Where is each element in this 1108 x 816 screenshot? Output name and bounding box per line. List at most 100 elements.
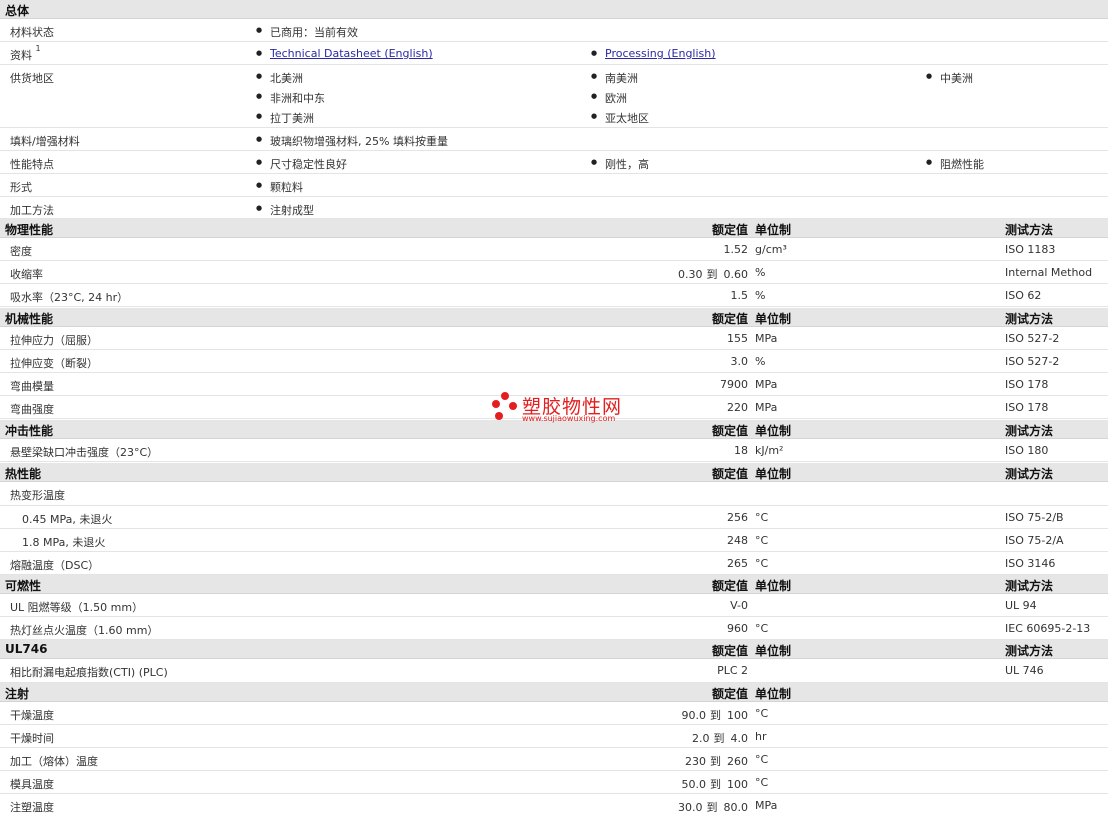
filler-row: 填料/增强材料 玻璃织物增强材料, 25% 填料按重量 (0, 128, 1108, 151)
docs-label: 资料 1 (10, 44, 41, 62)
property-unit: °C (755, 622, 769, 635)
property-name: 拉伸应变（断裂） (10, 357, 98, 370)
processing-link[interactable]: Processing (English) (605, 47, 716, 60)
property-value: 220 (727, 401, 748, 414)
property-row: 干燥温度 90.0 到 100 °C (0, 702, 1108, 725)
form-row: 形式 颗粒料 (0, 174, 1108, 197)
property-method: ISO 75-2/A (1005, 534, 1064, 547)
property-row: 干燥时间 2.0 到 4.0 hr (0, 725, 1108, 748)
property-unit: °C (755, 511, 769, 524)
property-value: 155 (727, 332, 748, 345)
property-name: 注塑温度 (10, 801, 54, 814)
property-unit: kJ/m² (755, 444, 784, 457)
property-method: ISO 75-2/B (1005, 511, 1064, 524)
property-method: ISO 527-2 (1005, 332, 1060, 345)
property-unit: % (755, 289, 766, 302)
property-row: 相比耐漏电起痕指数(CTI) (PLC) PLC 2 UL 746 (0, 659, 1108, 683)
section-thermal: 热性能 额定值 单位制 测试方法 (0, 463, 1108, 482)
property-method: ISO 1183 (1005, 243, 1056, 256)
header-unit: 单位制 (755, 579, 792, 593)
hdt-label: 热变形温度 (10, 489, 65, 502)
property-name: 弯曲模量 (10, 380, 54, 393)
header-unit: 单位制 (755, 467, 792, 481)
header-method: 测试方法 (1005, 223, 1054, 237)
header-nominal: 额定值 (711, 223, 748, 237)
section-title: 注射 (5, 687, 30, 701)
section-flammability: 可燃性 额定值 单位制 测试方法 (0, 575, 1108, 594)
property-name: 0.45 MPa, 未退火 (22, 513, 113, 526)
doc-item-tds: Technical Datasheet (English) (256, 47, 433, 60)
property-name: 熔融温度（DSC） (10, 559, 100, 572)
property-name: 吸水率（23°C, 24 hr） (10, 291, 129, 304)
header-method: 测试方法 (1005, 312, 1054, 326)
process-label: 加工方法 (10, 204, 54, 217)
section-ul746: UL746 额定值 单位制 测试方法 (0, 640, 1108, 659)
property-method: UL 94 (1005, 599, 1037, 612)
header-unit: 单位制 (755, 424, 792, 438)
process-value: 注射成型 (256, 202, 314, 218)
region-item: 南美洲 (591, 70, 638, 86)
property-value-range: 50.0 到 100 (681, 778, 749, 791)
property-unit: °C (755, 776, 769, 789)
header-nominal: 额定值 (711, 644, 748, 658)
property-value: 256 (727, 511, 748, 524)
property-value-range: 230 到 260 (685, 755, 748, 768)
section-title: 可燃性 (5, 579, 42, 593)
status-value: 已商用：当前有效 (256, 24, 358, 40)
property-row: 注塑温度 30.0 到 80.0 MPa (0, 794, 1108, 816)
property-row: 加工（熔体）温度 230 到 260 °C (0, 748, 1108, 771)
region-item: 拉丁美洲 (256, 110, 314, 126)
form-value: 颗粒料 (256, 179, 303, 195)
property-name: 加工（熔体）温度 (10, 755, 98, 768)
header-unit: 单位制 (755, 687, 792, 701)
property-row: 密度 1.52 g/cm³ ISO 1183 (0, 238, 1108, 261)
property-name: 干燥时间 (10, 732, 54, 745)
features-label: 性能特点 (10, 158, 54, 171)
section-general: 总体 (0, 0, 1108, 19)
property-method: ISO 180 (1005, 444, 1049, 457)
property-name: 弯曲强度 (10, 403, 54, 416)
header-nominal: 额定值 (711, 579, 748, 593)
property-name: 悬壁梁缺口冲击强度（23°C） (10, 446, 159, 459)
regions-row: 供货地区 北美洲 南美洲 中美洲 非洲和中东 欧洲 拉丁美洲 亚太地区 (0, 65, 1108, 128)
watermark: 塑胶物性网 www.sujiaowuxing.com (492, 390, 632, 426)
property-row: 吸水率（23°C, 24 hr） 1.5 % ISO 62 (0, 284, 1108, 307)
filler-value: 玻璃织物增强材料, 25% 填料按重量 (256, 133, 448, 149)
watermark-logo-icon (492, 392, 518, 422)
header-unit: 单位制 (755, 312, 792, 326)
property-unit: °C (755, 557, 769, 570)
property-unit: MPa (755, 378, 778, 391)
property-unit: °C (755, 753, 769, 766)
section-title: 总体 (5, 4, 30, 18)
header-nominal: 额定值 (711, 687, 748, 701)
property-unit: g/cm³ (755, 243, 787, 256)
header-method: 测试方法 (1005, 467, 1054, 481)
property-value: 18 (734, 444, 748, 457)
region-item: 亚太地区 (591, 110, 649, 126)
docs-row: 资料 1 Technical Datasheet (English) Proce… (0, 42, 1108, 65)
property-method: ISO 178 (1005, 378, 1049, 391)
region-item: 欧洲 (591, 90, 627, 106)
header-nominal: 额定值 (711, 424, 748, 438)
features-row: 性能特点 尺寸稳定性良好 刚性，高 阻燃性能 (0, 151, 1108, 174)
property-unit: MPa (755, 799, 778, 812)
feature-item: 阻燃性能 (926, 156, 984, 172)
technical-datasheet-link[interactable]: Technical Datasheet (English) (270, 47, 433, 60)
property-row: 模具温度 50.0 到 100 °C (0, 771, 1108, 794)
property-value: 960 (727, 622, 748, 635)
regions-label: 供货地区 (10, 72, 54, 85)
header-unit: 单位制 (755, 223, 792, 237)
header-method: 测试方法 (1005, 644, 1054, 658)
section-injection: 注射 额定值 单位制 (0, 683, 1108, 702)
property-value: V-0 (730, 599, 748, 612)
property-row: 1.8 MPa, 未退火 248 °C ISO 75-2/A (0, 529, 1108, 552)
property-unit: MPa (755, 401, 778, 414)
property-name: 1.8 MPa, 未退火 (22, 536, 106, 549)
section-mechanical: 机械性能 额定值 单位制 测试方法 (0, 308, 1108, 327)
property-value: 265 (727, 557, 748, 570)
property-unit: MPa (755, 332, 778, 345)
doc-item-processing: Processing (English) (591, 47, 716, 60)
header-nominal: 额定值 (711, 312, 748, 326)
property-unit: °C (755, 534, 769, 547)
section-title: 热性能 (5, 467, 42, 481)
